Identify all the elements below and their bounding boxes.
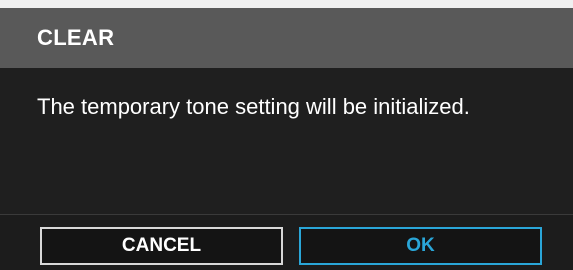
dialog-footer: CANCEL OK — [0, 214, 573, 270]
ok-button-label: OK — [406, 235, 435, 256]
dialog-message: The temporary tone setting will be initi… — [37, 94, 470, 119]
clear-dialog: CLEAR The temporary tone setting will be… — [0, 0, 573, 270]
cancel-button-label: CANCEL — [121, 235, 202, 256]
top-edge-strip — [0, 0, 573, 8]
dialog-title-bar: CLEAR — [0, 8, 573, 68]
dialog-title: CLEAR — [37, 25, 115, 50]
ok-button[interactable]: OK — [299, 227, 542, 265]
cancel-button[interactable]: CANCEL — [40, 227, 283, 265]
dialog-body: The temporary tone setting will be initi… — [0, 68, 573, 214]
